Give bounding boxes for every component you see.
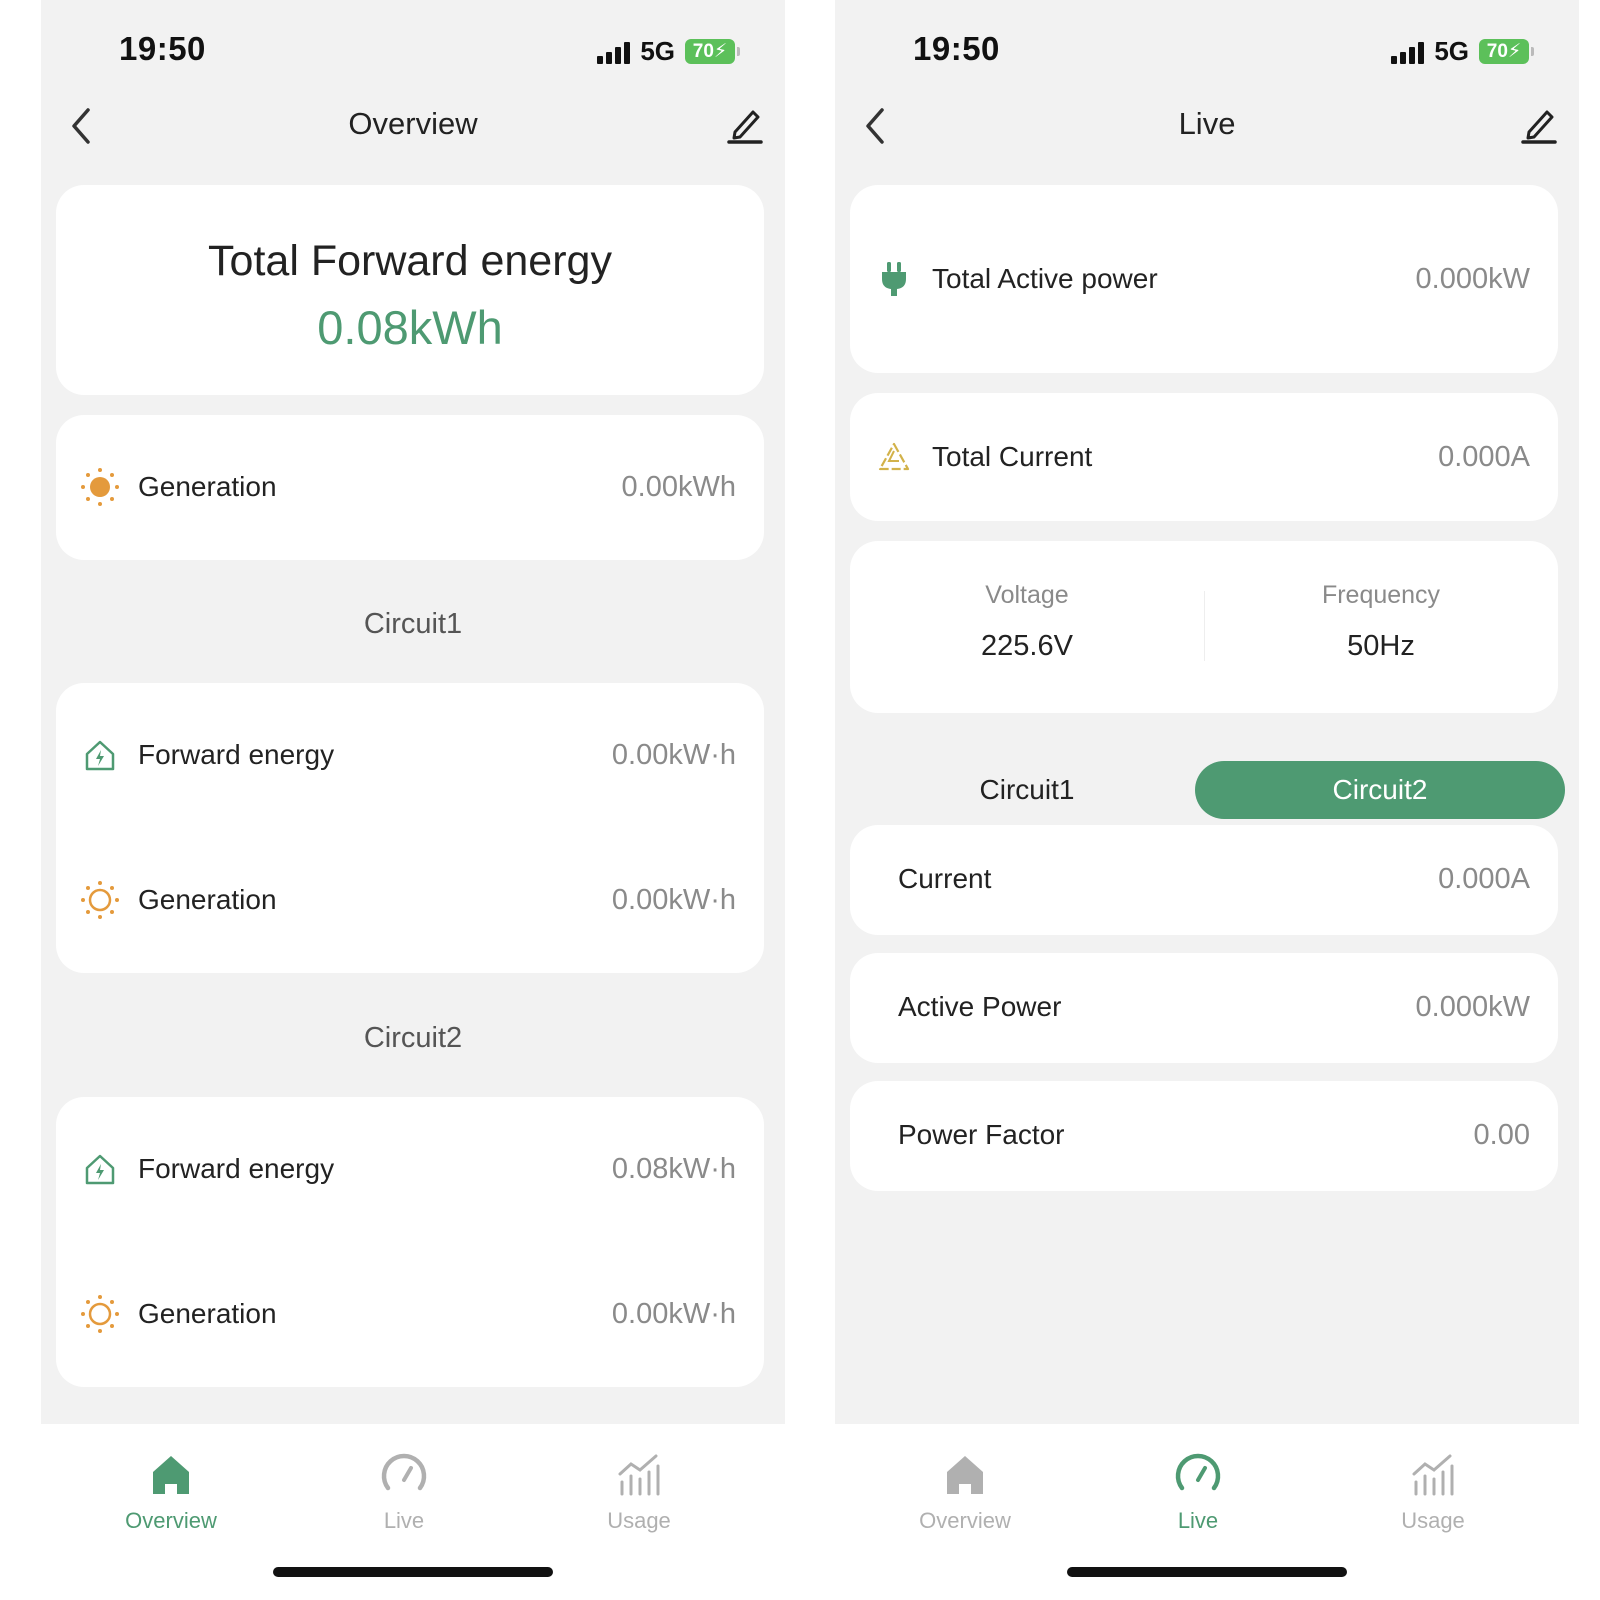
tab-overview-label: Overview: [125, 1508, 217, 1533]
generation-card[interactable]: Generation 0.00kWh: [56, 415, 764, 560]
tab-usage[interactable]: Usage: [1353, 1446, 1513, 1534]
overview-content: 19:50 5G 70 ⚡ Overview Total Forward ener…: [41, 0, 785, 1424]
power-factor-card: Power Factor 0.00: [850, 1081, 1558, 1191]
active-power-label: Active Power: [898, 991, 1062, 1022]
home-icon: [153, 1456, 189, 1494]
signal-icon: [1391, 40, 1425, 64]
bar-chart-icon: [618, 1454, 660, 1496]
overview-screen: 19:50 5G 70 ⚡ Overview Total Forward ener…: [41, 0, 785, 1600]
tab-usage-label: Usage: [1401, 1508, 1465, 1533]
active-power-value: 0.000kW: [1415, 991, 1530, 1023]
current-value: 0.000A: [1438, 863, 1530, 895]
total-energy-title: Total Forward energy: [208, 237, 612, 285]
circuit2-title: Circuit2: [363, 1022, 463, 1054]
status-indicators: 5G 70 ⚡: [1391, 36, 1534, 67]
current-card: Current 0.000A: [850, 825, 1558, 935]
total-energy-card: Total Forward energy 0.08kWh: [56, 185, 764, 395]
total-active-power-label: Total Active power: [932, 263, 1158, 294]
circuit2-generation-row: Generation 0.00kW·h: [56, 1284, 764, 1344]
circuit1-forward-row: Forward energy 0.00kW·h: [56, 725, 764, 785]
frequency-value: 50Hz: [1347, 630, 1415, 662]
edit-pencil-icon[interactable]: [727, 106, 763, 144]
forward-energy-value: 0.00kW·h: [611, 738, 736, 771]
battery-level: 70: [1486, 40, 1508, 62]
home-indicator: [273, 1567, 553, 1577]
status-time: 19:50: [119, 30, 206, 67]
active-power-card: Active Power 0.000kW: [850, 953, 1558, 1063]
tab-live-label: Live: [383, 1508, 425, 1533]
tab-live-label: Live: [1177, 1508, 1219, 1533]
generation-label: Generation: [138, 471, 277, 502]
total-current-label: Total Current: [932, 441, 1093, 472]
circuit1-title: Circuit1: [363, 608, 463, 640]
forward-energy-label: Forward energy: [138, 1153, 335, 1184]
circuit2-forward-row: Forward energy 0.08kW·h: [56, 1139, 764, 1199]
power-factor-value: 0.00: [1473, 1119, 1530, 1151]
voltage-cell: Voltage 225.6V: [850, 581, 1204, 663]
tab-live[interactable]: Live: [324, 1446, 484, 1534]
tab-usage[interactable]: Usage: [559, 1446, 719, 1534]
network-type: 5G: [1434, 36, 1469, 66]
house-bolt-icon: [80, 1149, 120, 1189]
total-current-row: Total Current 0.000A: [850, 427, 1558, 487]
sun-outline-icon: [80, 1294, 120, 1334]
total-current-card: Total Current 0.000A: [850, 393, 1558, 521]
frequency-cell: Frequency 50Hz: [1204, 581, 1558, 663]
battery-level: 70: [692, 40, 714, 62]
generation-label: Generation: [138, 884, 277, 915]
total-active-power-value: 0.000kW: [1415, 262, 1530, 295]
segment-circuit1[interactable]: Circuit1: [867, 761, 1187, 819]
triangle-current-icon: [874, 437, 914, 477]
frequency-label: Frequency: [1321, 581, 1441, 609]
gauge-icon: [381, 1453, 427, 1491]
tab-overview[interactable]: Overview: [91, 1446, 251, 1534]
live-content: 19:50 5G 70 ⚡ Live Total Active power 0.0…: [835, 0, 1579, 1424]
generation-label: Generation: [138, 1298, 277, 1329]
tab-usage-label: Usage: [607, 1508, 671, 1533]
generation-row: Generation 0.00kWh: [56, 457, 764, 517]
gauge-icon: [1175, 1453, 1221, 1491]
total-energy-value: 0.08kWh: [317, 301, 503, 354]
voltage-value: 225.6V: [981, 630, 1073, 662]
bar-chart-icon: [1412, 1454, 1454, 1496]
voltage-frequency-card: Voltage 225.6V Frequency 50Hz: [850, 541, 1558, 713]
circuit2-card[interactable]: Forward energy 0.08kW·h Generation 0.00k…: [56, 1097, 764, 1387]
voltage-label: Voltage: [985, 581, 1069, 609]
home-indicator: [1067, 1567, 1347, 1577]
battery-icon: 70 ⚡: [685, 39, 740, 64]
power-factor-label: Power Factor: [898, 1119, 1065, 1150]
segment-circuit2[interactable]: Circuit2: [1195, 761, 1565, 819]
tab-overview-label: Overview: [919, 1508, 1011, 1533]
forward-energy-value: 0.08kW·h: [611, 1152, 736, 1185]
network-type: 5G: [640, 36, 675, 66]
generation-value: 0.00kWh: [621, 470, 736, 503]
sun-filled-icon: [80, 467, 120, 507]
total-active-power-card: Total Active power 0.000kW: [850, 185, 1558, 373]
circuit1-card[interactable]: Forward energy 0.00kW·h Generation 0.00k…: [56, 683, 764, 973]
current-label: Current: [898, 863, 992, 894]
page-title: Live: [1178, 106, 1236, 141]
circuit1-generation-row: Generation 0.00kW·h: [56, 870, 764, 930]
house-bolt-icon: [80, 735, 120, 775]
home-icon: [947, 1456, 983, 1494]
tab-overview[interactable]: Overview: [885, 1446, 1045, 1534]
signal-icon: [597, 40, 631, 64]
sun-outline-icon: [80, 880, 120, 920]
total-active-power-row: Total Active power 0.000kW: [850, 249, 1558, 309]
generation-value: 0.00kW·h: [611, 1297, 736, 1330]
tab-live[interactable]: Live: [1118, 1446, 1278, 1534]
status-indicators: 5G 70 ⚡: [597, 36, 740, 67]
battery-icon: 70 ⚡: [1479, 39, 1534, 64]
live-screen: 19:50 5G 70 ⚡ Live Total Active power 0.0…: [835, 0, 1579, 1600]
plug-icon: [874, 259, 914, 299]
status-time: 19:50: [913, 30, 1000, 67]
forward-energy-label: Forward energy: [138, 739, 335, 770]
total-current-value: 0.000A: [1438, 440, 1530, 473]
generation-value: 0.00kW·h: [611, 883, 736, 916]
edit-pencil-icon[interactable]: [1521, 106, 1557, 144]
page-title: Overview: [348, 106, 478, 141]
